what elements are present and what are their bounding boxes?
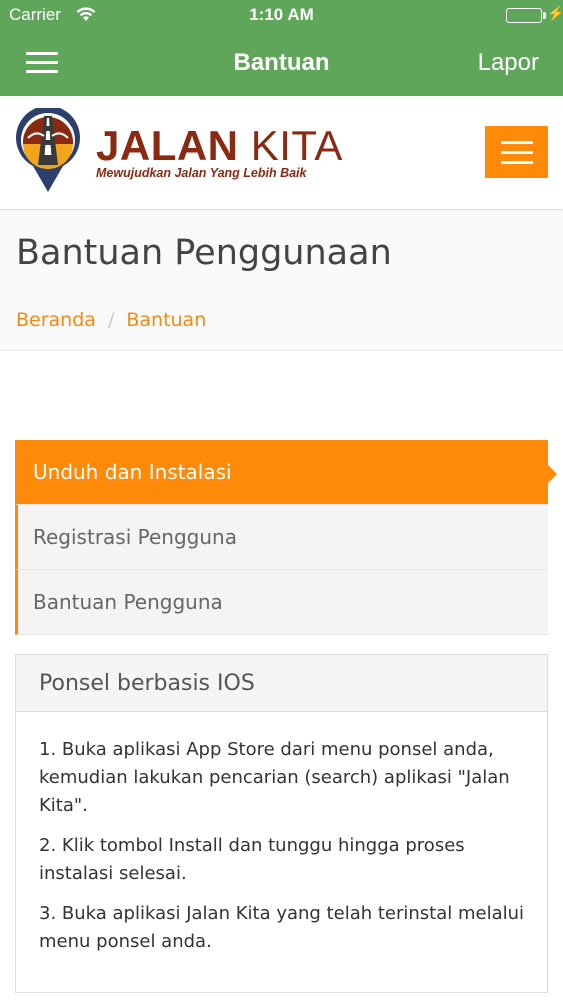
- page-title-band: Bantuan Penggunaan Beranda / Bantuan: [0, 211, 563, 351]
- tab-registrasi-pengguna[interactable]: Registrasi Pengguna: [15, 505, 548, 570]
- help-tabs: Unduh dan Instalasi Registrasi Pengguna …: [15, 440, 557, 635]
- logo-pin-icon[interactable]: [14, 105, 82, 198]
- page-title: Bantuan Penggunaan: [16, 233, 392, 273]
- breadcrumb-home-link[interactable]: Beranda: [16, 309, 96, 331]
- clock: 1:10 AM: [249, 5, 314, 24]
- site-menu-button[interactable]: [485, 126, 548, 178]
- instruction-step: 1. Buka aplikasi App Store dari menu pon…: [39, 739, 510, 816]
- breadcrumb-separator: /: [107, 309, 115, 331]
- logo-name: JALAN KITA: [96, 122, 343, 169]
- help-panel: Ponsel berbasis IOS 1. Buka aplikasi App…: [15, 654, 548, 993]
- panel-heading: Ponsel berbasis IOS: [16, 655, 547, 712]
- logo-tagline: Mewujudkan Jalan Yang Lebih Baik: [96, 166, 307, 180]
- battery-icon: [506, 8, 542, 23]
- charging-bolt-icon: ⚡: [547, 5, 563, 21]
- instruction-step: 2. Klik tombol Install dan tunggu hingga…: [39, 835, 465, 884]
- logo-wordmark[interactable]: JALAN KITA Mewujudkan Jalan Yang Lebih B…: [96, 122, 343, 181]
- instruction-step: 3. Buka aplikasi Jalan Kita yang telah t…: [39, 903, 525, 952]
- report-button[interactable]: Lapor: [478, 49, 539, 77]
- breadcrumb-current[interactable]: Bantuan: [126, 309, 206, 331]
- tab-unduh-dan-instalasi[interactable]: Unduh dan Instalasi: [15, 440, 557, 505]
- app-nav-bar: Bantuan Lapor: [0, 32, 563, 96]
- tab-bantuan-pengguna[interactable]: Bantuan Pengguna: [15, 570, 548, 635]
- panel-body: 1. Buka aplikasi App Store dari menu pon…: [16, 712, 547, 956]
- site-header: JALAN KITA Mewujudkan Jalan Yang Lebih B…: [0, 96, 563, 210]
- status-bar: Carrier 1:10 AM ⚡: [0, 0, 563, 32]
- battery-tip: [543, 12, 546, 19]
- breadcrumb: Beranda / Bantuan: [16, 309, 206, 331]
